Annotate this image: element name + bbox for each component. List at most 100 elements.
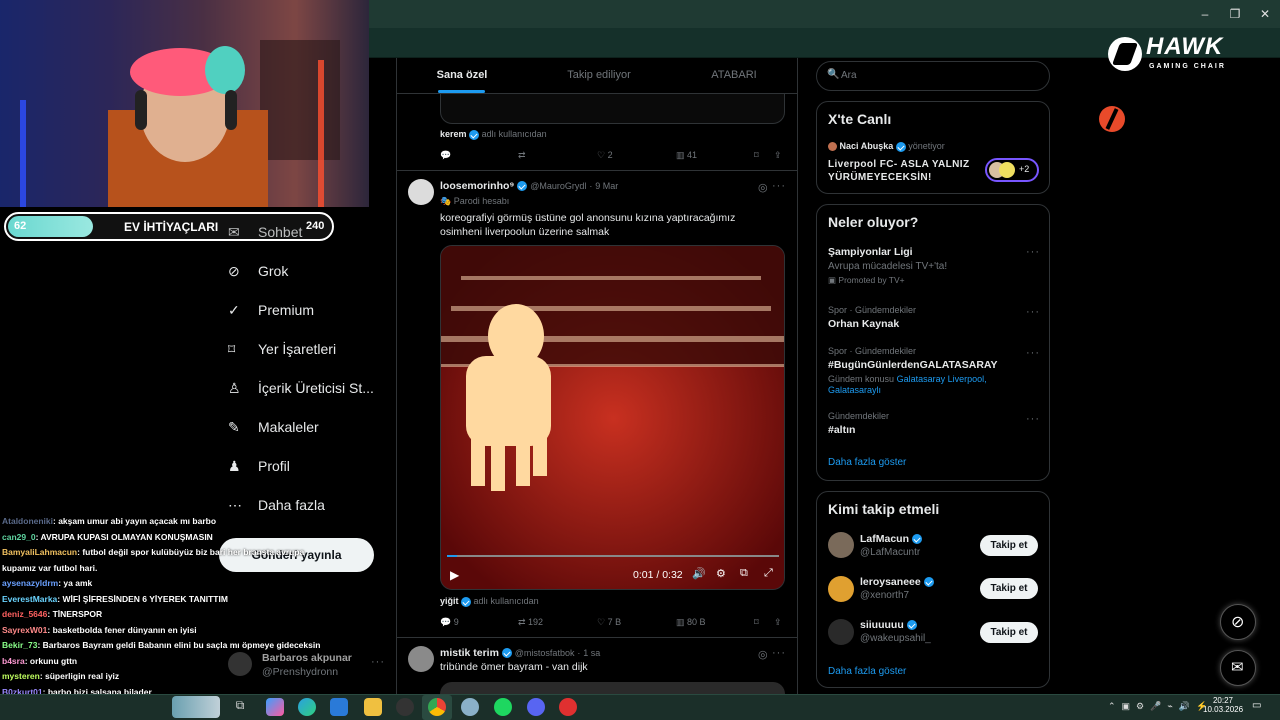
discord-icon[interactable] xyxy=(527,698,545,716)
live-text[interactable]: Liverpool FC- ASLA YALNIZ YÜRÜMEYECEKSİN… xyxy=(828,158,978,184)
chat-username[interactable]: EverestMarka xyxy=(2,594,57,604)
bookmark-icon[interactable]: ⌑ xyxy=(754,617,759,628)
grok-icon[interactable]: ◎ xyxy=(758,648,768,661)
app-icon[interactable] xyxy=(396,698,414,716)
edge-icon[interactable] xyxy=(298,698,316,716)
chat-username[interactable]: BamyaliLahmacun xyxy=(2,547,77,557)
avatar[interactable] xyxy=(828,576,854,602)
avatar[interactable] xyxy=(408,179,434,205)
trend-item[interactable]: Spor · Gündemdekiler #BugünGünlerdenGALA… xyxy=(828,346,1028,396)
like-button[interactable]: ♡ 7 B xyxy=(597,617,621,628)
chat-username[interactable]: aysenazyldrm xyxy=(2,578,58,588)
trend-item[interactable]: Gündemdekiler #altın xyxy=(828,411,1028,436)
show-more-link[interactable]: Daha fazla göster xyxy=(828,666,906,677)
live-host[interactable]: Naci Abuşka yönetiyor xyxy=(828,141,945,152)
obs-icon[interactable] xyxy=(559,698,577,716)
chat-username[interactable]: SayrexW01 xyxy=(2,625,47,635)
retweet-icon[interactable]: ⇄ xyxy=(518,150,526,161)
nav-premium[interactable]: ✓ Premium xyxy=(228,298,314,322)
grok-icon[interactable]: ◎ xyxy=(758,181,768,194)
maximize-button[interactable]: ❐ xyxy=(1220,4,1250,24)
play-icon[interactable]: ▶ xyxy=(450,568,459,582)
follow-button[interactable]: Takip et xyxy=(980,622,1038,643)
more-icon[interactable]: ··· xyxy=(772,180,786,192)
author-name[interactable]: mistik terim xyxy=(440,647,499,659)
avatar[interactable] xyxy=(828,619,854,645)
settings-icon[interactable]: ⚙ xyxy=(716,567,726,580)
user-info[interactable]: siiuuuuu @wakeupsahil_ xyxy=(860,619,931,644)
user-info[interactable]: LafMacun @LafMacuntr xyxy=(860,533,922,558)
tab-for-you[interactable]: Sana özel xyxy=(420,58,504,94)
spotify-icon[interactable] xyxy=(494,698,512,716)
file-explorer-icon[interactable] xyxy=(364,698,382,716)
author-name[interactable]: loosemorinho⁹ xyxy=(440,180,514,192)
avatar[interactable] xyxy=(828,532,854,558)
nav-bookmarks[interactable]: ⌑ Yer İşaretleri xyxy=(228,337,336,361)
chat-username[interactable]: can29_0 xyxy=(2,532,36,542)
notification-icon[interactable]: ▭ xyxy=(1252,700,1261,711)
author-handle[interactable]: @MauroGrydl xyxy=(530,181,586,191)
task-view-icon[interactable]: ⧉ xyxy=(231,698,249,716)
user-info[interactable]: leroysaneee @xenorth7 xyxy=(860,576,934,601)
messages-button[interactable]: ✉ xyxy=(1220,650,1256,686)
live-listeners[interactable]: +2 xyxy=(985,158,1039,182)
clock[interactable]: 20:27 10.03.2026 xyxy=(1203,696,1243,714)
more-icon[interactable]: ··· xyxy=(1026,413,1040,425)
show-more-link[interactable]: Daha fazla göster xyxy=(828,457,906,468)
more-icon[interactable]: ··· xyxy=(772,647,786,659)
share-icon[interactable]: ⇪ xyxy=(774,617,782,628)
nav-articles[interactable]: ✎ Makaleler xyxy=(228,415,319,439)
media-embed[interactable] xyxy=(440,94,785,124)
grok-button[interactable]: ⊘ xyxy=(1220,604,1256,640)
tab-atabari[interactable]: ATABARI xyxy=(690,58,778,94)
views-button[interactable]: ▥ 41 xyxy=(676,150,697,161)
pip-icon[interactable]: ⧉ xyxy=(740,567,748,580)
mail-app-icon[interactable] xyxy=(330,698,348,716)
chat-username[interactable]: mysteren xyxy=(2,671,40,681)
follow-button[interactable]: Takip et xyxy=(980,535,1038,556)
retweet-button[interactable]: ⇄ 192 xyxy=(518,617,543,628)
nav-grok[interactable]: ⊘ Grok xyxy=(228,259,288,283)
trend-item[interactable]: Şampiyonlar Ligi Avrupa mücadelesi TV+'t… xyxy=(828,246,1038,286)
search-input[interactable]: 🔍 Ara xyxy=(816,61,1050,91)
follow-button[interactable]: Takip et xyxy=(980,578,1038,599)
account-more-icon[interactable]: ··· xyxy=(371,656,385,668)
taskbar-widget[interactable] xyxy=(172,696,220,718)
like-button[interactable]: ♡ 2 xyxy=(597,150,613,161)
reply-button[interactable]: 💬 9 xyxy=(440,617,459,628)
system-tray[interactable]: ⌃▣⚙🎤⌁🔊⚡ xyxy=(1108,701,1213,712)
more-icon[interactable]: ··· xyxy=(1026,246,1040,258)
copilot-icon[interactable] xyxy=(266,698,284,716)
reply-user[interactable]: kerem xyxy=(440,129,467,139)
chat-username[interactable]: b4sra xyxy=(2,656,25,666)
minimize-button[interactable]: – xyxy=(1190,4,1220,24)
tweet-time[interactable]: 1 sa xyxy=(583,648,600,658)
chat-username[interactable]: Bekir_73 xyxy=(2,640,37,650)
media-embed[interactable] xyxy=(440,682,785,694)
fullscreen-icon[interactable]: ⤢ xyxy=(764,567,773,580)
trend-item[interactable]: Spor · Gündemdekiler Orhan Kaynak xyxy=(828,305,1028,330)
chat-message: BamyaliLahmacun: futbol değil spor kulüb… xyxy=(2,547,304,557)
tab-following[interactable]: Takip ediliyor xyxy=(550,58,648,94)
nav-profile[interactable]: ♟ Profil xyxy=(228,454,290,478)
chrome-icon[interactable] xyxy=(428,698,446,716)
chat-username[interactable]: Ataldoneniki xyxy=(2,516,53,526)
author-handle[interactable]: @mistosfatbok xyxy=(515,648,575,658)
close-button[interactable]: ✕ xyxy=(1250,4,1280,24)
tweet-time[interactable]: 9 Mar xyxy=(595,181,618,191)
views-button[interactable]: ▥ 80 B xyxy=(676,617,706,628)
more-icon[interactable]: ··· xyxy=(1026,347,1040,359)
nav-chat[interactable]: ✉ Sohbet xyxy=(228,220,302,244)
app-icon[interactable] xyxy=(461,698,479,716)
nav-more[interactable]: ⋯ Daha fazla xyxy=(228,493,325,517)
more-icon[interactable]: ··· xyxy=(1026,306,1040,318)
reply-icon[interactable]: 💬 xyxy=(440,150,451,161)
avatar[interactable] xyxy=(408,646,434,672)
volume-icon[interactable]: 🔊 xyxy=(692,567,706,580)
bookmark-icon[interactable]: ⌑ xyxy=(754,150,759,161)
video-player[interactable] xyxy=(440,245,785,590)
chat-username[interactable]: deniz_5646 xyxy=(2,609,47,619)
reply-user[interactable]: yiğit xyxy=(440,596,459,606)
nav-creator-studio[interactable]: ♙ İçerik Üreticisi St... xyxy=(228,376,374,400)
share-icon[interactable]: ⇪ xyxy=(774,150,782,161)
